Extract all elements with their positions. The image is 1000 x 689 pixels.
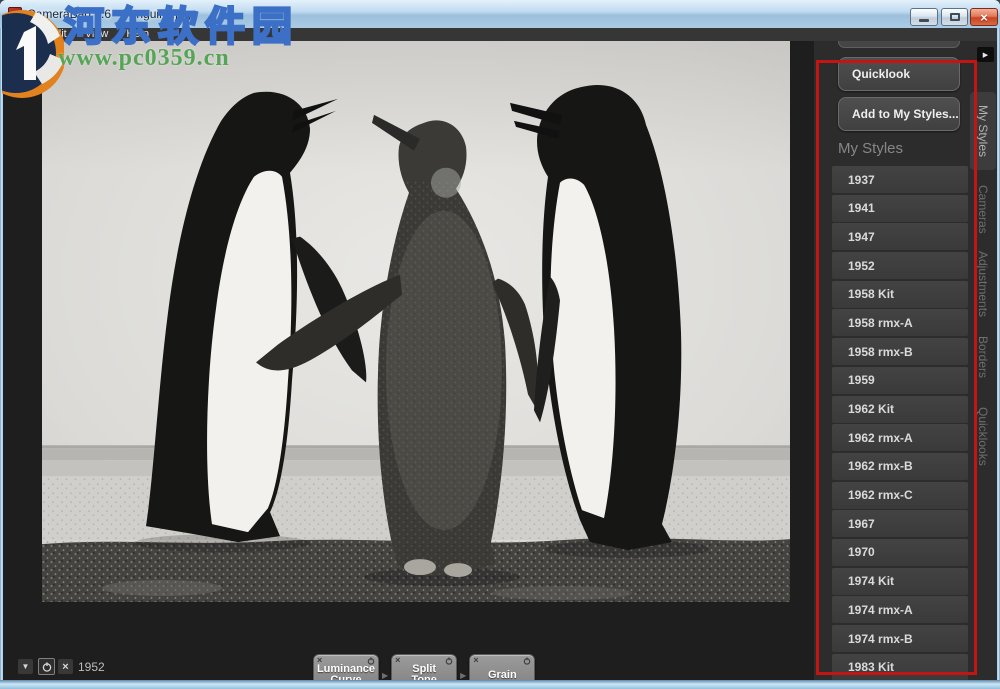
- my-styles-section-title: My Styles: [838, 140, 903, 157]
- tile-power-icon[interactable]: [523, 657, 531, 668]
- app-icon: [8, 7, 22, 21]
- close-icon: ×: [980, 11, 988, 24]
- style-row[interactable]: 1959: [832, 367, 968, 394]
- style-row[interactable]: 1962 rmx-A: [832, 424, 968, 451]
- menu-item-view[interactable]: View: [76, 28, 118, 41]
- style-row[interactable]: 1967: [832, 510, 968, 537]
- tab-quicklooks[interactable]: Quicklooks: [972, 398, 994, 474]
- sidebar-tabstrip: ▶ My Styles Cameras Adjustments Borders …: [968, 41, 997, 680]
- menubar: File Edit View Help: [3, 28, 997, 41]
- power-icon: [42, 662, 52, 672]
- style-row[interactable]: 1958 rmx-A: [832, 309, 968, 336]
- current-style-label: 1952: [78, 660, 105, 674]
- tab-adjustments[interactable]: Adjustments: [972, 246, 994, 322]
- tile-label-line1: Grain: [488, 670, 517, 681]
- window-frame-left: [0, 28, 3, 680]
- style-row[interactable]: 1952: [832, 252, 968, 279]
- window-title: CameraBag 2.6 - Penguins.jpg: [27, 7, 191, 21]
- menu-item-help[interactable]: Help: [117, 28, 158, 41]
- chevron-right-icon: ▶: [460, 671, 466, 680]
- tab-cameras[interactable]: Cameras: [972, 176, 994, 242]
- style-row[interactable]: 1970: [832, 539, 968, 566]
- style-dropdown-button[interactable]: ▼: [18, 659, 33, 674]
- menu-item-edit[interactable]: Edit: [39, 28, 76, 41]
- canvas: × Luminance Curve ▶ × Split Tone ▶ ×: [3, 41, 814, 680]
- style-row[interactable]: 1947: [832, 223, 968, 250]
- style-row[interactable]: 1974 Kit: [832, 568, 968, 595]
- quicklook-button[interactable]: Quicklook: [838, 57, 960, 91]
- style-row[interactable]: 1974 rmx-B: [832, 625, 968, 652]
- menu-item-file[interactable]: File: [3, 28, 39, 41]
- arrow-right-icon: ▶: [983, 51, 988, 59]
- add-to-my-styles-button[interactable]: Add to My Styles...: [838, 97, 960, 131]
- style-row[interactable]: 1958 rmx-B: [832, 338, 968, 365]
- titlebar: CameraBag 2.6 - Penguins.jpg ×: [0, 0, 1000, 28]
- tab-my-styles[interactable]: My Styles: [970, 92, 996, 170]
- style-row[interactable]: 1962 rmx-B: [832, 453, 968, 480]
- window-frame-bottom: [0, 680, 1000, 689]
- close-button[interactable]: ×: [970, 8, 998, 26]
- app-window: CameraBag 2.6 - Penguins.jpg × File Edit…: [0, 0, 1000, 689]
- style-row[interactable]: 1983 Kit: [832, 654, 968, 680]
- minimize-button[interactable]: [910, 8, 938, 26]
- style-remove-button[interactable]: ×: [58, 659, 73, 674]
- style-row[interactable]: 1974 rmx-A: [832, 596, 968, 623]
- tile-power-icon[interactable]: [367, 657, 375, 668]
- maximize-icon: [950, 13, 960, 21]
- close-icon: ×: [62, 661, 68, 673]
- style-list: 1937 1941 1947 1952 1958 Kit 1958 rmx-A …: [832, 166, 968, 680]
- chevron-down-icon: ▼: [22, 662, 30, 671]
- tile-remove-icon[interactable]: ×: [473, 655, 478, 666]
- tab-borders[interactable]: Borders: [972, 328, 994, 386]
- scrolled-button-sliver: [838, 41, 960, 48]
- style-row[interactable]: 1937: [832, 166, 968, 193]
- collapse-panel-button[interactable]: ▶: [977, 47, 994, 62]
- style-power-button[interactable]: [38, 658, 55, 675]
- style-row[interactable]: 1962 Kit: [832, 396, 968, 423]
- chevron-right-icon: ▶: [382, 671, 388, 680]
- minimize-icon: [919, 19, 929, 22]
- style-row[interactable]: 1962 rmx-C: [832, 482, 968, 509]
- tile-remove-icon[interactable]: ×: [395, 655, 400, 666]
- tile-power-icon[interactable]: [445, 657, 453, 668]
- style-row[interactable]: 1941: [832, 195, 968, 222]
- style-row[interactable]: 1958 Kit: [832, 281, 968, 308]
- sidebar: Quicklook Add to My Styles... My Styles …: [814, 41, 997, 680]
- photo-penguins: [42, 41, 790, 602]
- maximize-button[interactable]: [941, 8, 968, 26]
- tile-remove-icon[interactable]: ×: [317, 655, 322, 666]
